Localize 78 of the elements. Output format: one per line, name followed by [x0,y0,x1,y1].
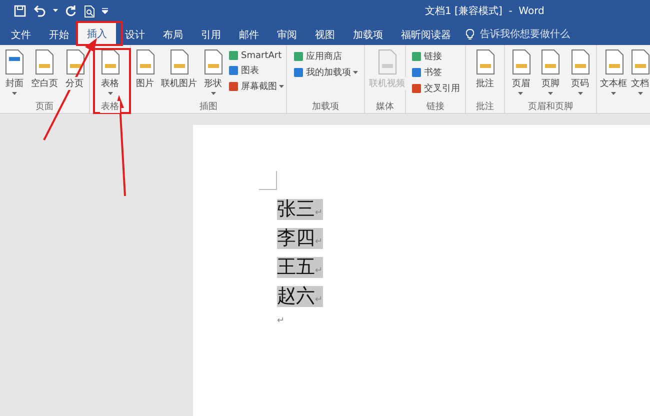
ribbon-button[interactable]: 交叉引用 [409,81,462,96]
ribbon-button[interactable]: 屏幕截图 [226,79,286,94]
group-label: 媒体 [375,101,395,113]
ribbon-button[interactable]: 图片 [132,49,158,90]
ribbon-button[interactable]: 封面 [1,49,28,95]
paragraph-text: 王五↵ [277,257,323,278]
ribbon-button[interactable]: 分页 [62,49,88,90]
shape-icon [228,81,239,92]
shape-icon [411,83,422,94]
highlight-frame [93,48,131,114]
group-label: 表格 [100,101,120,113]
ribbon-tab[interactable]: 福昕阅读器 [392,24,460,45]
shape-icon [293,51,304,62]
ribbon-button[interactable]: 联机图片 [158,49,200,90]
ribbon-button[interactable]: 我的加载项 [291,65,360,80]
ribbon-tab[interactable]: 设计 [116,24,154,45]
group-label: 插图 [198,101,218,113]
ribbon-button[interactable]: SmartArt [226,49,286,62]
ribbon-button[interactable]: 书签 [409,65,462,80]
document-icon [510,49,532,75]
shape-icon [228,50,239,61]
document-icon [474,49,496,75]
document-icon [134,49,156,75]
ribbon-button[interactable]: 文本框 [599,49,628,95]
ribbon-tab[interactable]: 插入 [78,23,116,45]
document-icon [168,49,190,75]
ribbon-tab[interactable]: 引用 [192,24,230,45]
ribbon-tab[interactable]: 开始 [40,24,78,45]
document-icon [202,49,224,75]
document-icon [376,49,398,75]
group-label: 加载项 [311,101,340,113]
print-preview-icon[interactable] [84,4,95,18]
shape-icon [411,67,422,78]
group-label: 批注 [475,101,495,113]
highlight-frame [76,21,123,46]
customize-caret-icon[interactable] [102,8,108,14]
save-icon[interactable] [14,5,26,17]
ribbon-button[interactable]: 链接 [409,49,462,64]
document-icon [3,49,26,75]
ribbon-tab[interactable]: 加载项 [344,24,392,45]
undo-icon[interactable] [33,5,46,17]
shape-icon [228,65,239,76]
paragraph-text: 赵六↵ [277,286,323,307]
shape-icon [293,67,304,78]
ribbon-button[interactable]: 文档 [628,49,650,95]
document-icon [99,49,121,75]
group-label: 页面 [34,101,54,113]
caret-icon[interactable] [53,9,58,13]
ribbon-tab[interactable]: 邮件 [230,24,268,45]
group-label: 页眉和页脚 [527,101,574,113]
document-icon [64,49,86,75]
paragraph-text: 李四↵ [277,228,323,249]
document-icon [539,49,562,75]
ribbon-button[interactable]: 批注 [472,49,498,90]
ribbon-tab[interactable]: 审阅 [268,24,306,45]
document-icon [602,49,624,75]
group-label: 链接 [426,101,446,113]
ribbon-tab[interactable]: 文件 [2,24,40,45]
shape-icon [411,51,422,62]
ribbon-button[interactable]: 页眉 [508,49,534,95]
window-title: 文档1 [兼容模式] - Word [425,4,544,18]
ribbon-button[interactable]: 应用商店 [291,49,360,64]
ribbon-tab[interactable]: 视图 [306,24,344,45]
ribbon-button[interactable]: 空白页 [28,49,61,90]
ribbon-tab[interactable]: 布局 [154,24,192,45]
lightbulb-icon [466,29,474,40]
ribbon-button[interactable]: 表格 [97,49,123,95]
ribbon-button[interactable]: 形状 [200,49,226,95]
paragraph-mark: ↵ [277,315,285,325]
ribbon-button[interactable]: 图表 [226,63,286,78]
document-icon [569,49,592,75]
ribbon-button[interactable]: 页码 [567,49,594,95]
paragraph-text: 张三↵ [277,199,323,220]
ribbon-button[interactable]: 页脚 [537,49,564,95]
margin-corner-mark [259,171,277,190]
redo-icon[interactable] [65,5,77,17]
tell-me-field[interactable]: 告诉我你想要做什么 [466,24,592,45]
document-icon [33,49,56,75]
